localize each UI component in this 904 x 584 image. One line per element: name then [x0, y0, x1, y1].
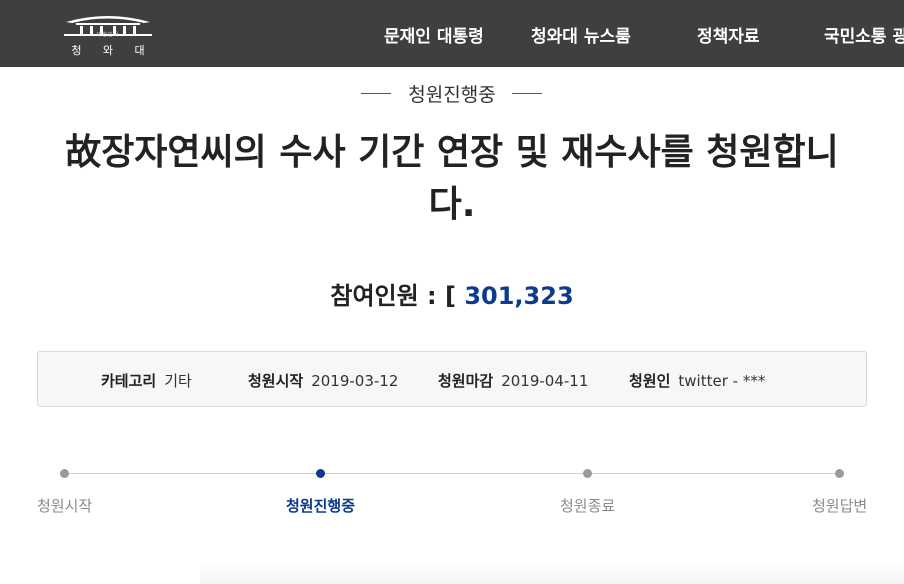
progress-step-answered: 청원답변 — [812, 497, 868, 515]
progress-step-ongoing: 청원진행중 — [286, 497, 356, 515]
status-divider-right — [512, 93, 542, 94]
participant-count-value: 301,323 — [464, 282, 574, 310]
petition-status: 청원진행중 — [408, 84, 496, 106]
progress-dot-answered — [835, 469, 844, 478]
progress-step-closed: 청원종료 — [560, 497, 616, 515]
info-author-label: 청원인 — [629, 372, 671, 390]
info-end-label: 청원마감 — [438, 372, 494, 390]
petition-status-header: 청원진행중 — [0, 80, 904, 108]
participant-count-label: 참여인원 : [ — [330, 282, 456, 310]
progress-track — [64, 473, 840, 474]
logo-text: 청 와 대 — [71, 44, 154, 57]
info-start-value: 2019-03-12 — [311, 372, 399, 390]
content-fade — [200, 560, 904, 584]
info-start-date: 청원시작 2019-03-12 — [248, 370, 398, 391]
progress-step-start: 청원시작 — [37, 497, 93, 515]
logo-subtitle: 대한민국 — [96, 32, 120, 38]
progress-dot-ongoing — [316, 469, 325, 478]
petition-info-box: 카테고리 기타 청원시작 2019-03-12 청원마감 2019-04-11 청원인… — [37, 351, 867, 407]
nav-item-communication[interactable]: 국민소통 광 — [824, 22, 904, 47]
nav-item-president[interactable]: 문재인 대통령 — [384, 22, 484, 47]
info-author-value: twitter - *** — [678, 372, 766, 390]
info-category-label: 카테고리 — [101, 372, 157, 390]
top-navigation-bar: 대한민국 청 와 대 문재인 대통령 청와대 뉴스룸 정책자료 국민소통 광 — [0, 0, 904, 67]
info-author: 청원인 twitter - *** — [629, 370, 765, 391]
info-category-value: 기타 — [164, 372, 192, 390]
participant-count: 참여인원 : [ 301,323 — [0, 276, 904, 311]
nav-item-policy[interactable]: 정책자료 — [697, 22, 760, 47]
info-category: 카테고리 기타 — [101, 370, 192, 391]
cheongwadae-logo[interactable]: 대한민국 청 와 대 — [58, 8, 158, 60]
nav-item-newsroom[interactable]: 청와대 뉴스룸 — [531, 22, 631, 47]
info-end-date: 청원마감 2019-04-11 — [438, 370, 588, 391]
petition-title: 故장자연씨의 수사 기간 연장 및 재수사를 청원합니다. — [65, 132, 839, 225]
info-end-value: 2019-04-11 — [501, 372, 589, 390]
progress-dot-closed — [583, 469, 592, 478]
progress-dot-start — [60, 469, 69, 478]
info-start-label: 청원시작 — [248, 372, 304, 390]
